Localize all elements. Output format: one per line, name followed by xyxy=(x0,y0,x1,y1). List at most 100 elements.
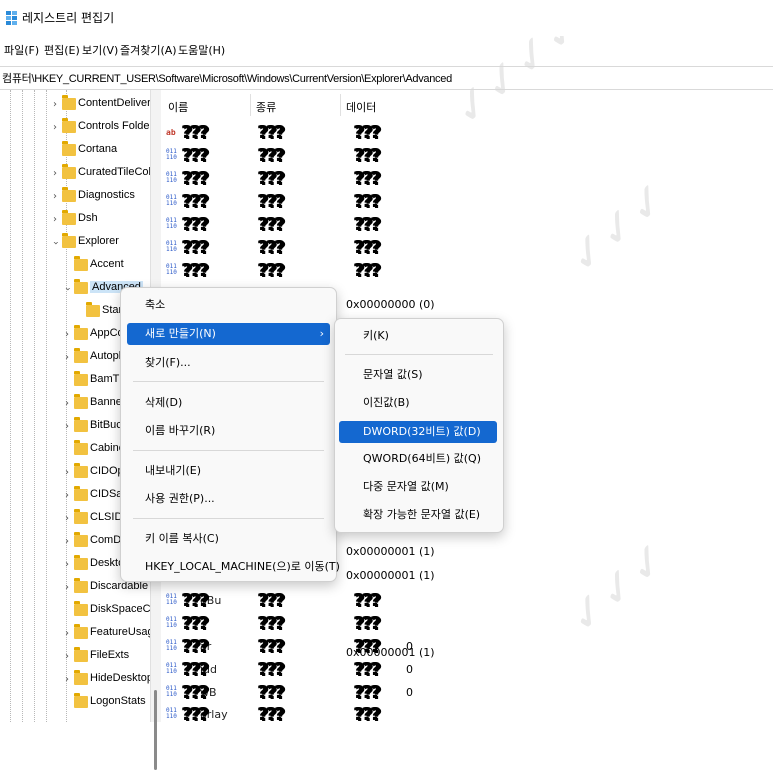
redacted-data: ??? xyxy=(354,659,381,680)
chevron-right-icon[interactable]: › xyxy=(50,214,60,226)
column-divider[interactable] xyxy=(340,94,341,116)
table-row[interactable]: 011 110 erlay ??? ??? ??? xyxy=(162,704,773,723)
column-divider[interactable] xyxy=(250,94,251,116)
chevron-right-icon[interactable]: › xyxy=(62,674,72,686)
redacted-data: ??? xyxy=(354,682,381,703)
folder-icon xyxy=(74,486,88,501)
redacted-data: ??? xyxy=(354,636,381,657)
value-data-fragment: 0 xyxy=(406,686,413,699)
menu-view[interactable]: 보기(V) xyxy=(82,42,118,58)
tree-item-label: AppCo xyxy=(90,327,124,339)
table-row[interactable]: 011 110 ar ??? ??? ??? 0 xyxy=(162,636,773,659)
redacted-type: ??? xyxy=(258,122,285,143)
folder-icon xyxy=(62,233,76,248)
column-type[interactable]: 종류 xyxy=(256,99,276,115)
folder-icon xyxy=(62,187,76,202)
chevron-right-icon[interactable]: › xyxy=(50,122,60,134)
tree-item-curatedtile[interactable]: › CuratedTileCollec xyxy=(50,164,150,186)
chevron-down-icon[interactable]: › xyxy=(62,284,73,294)
submenu-item-qword[interactable]: QWORD(64비트) 값(Q) xyxy=(363,448,481,470)
redacted-type: ??? xyxy=(258,682,285,703)
table-row[interactable]: ab ??? ??? ??? xyxy=(162,122,773,145)
column-data[interactable]: 데이터 xyxy=(346,99,376,115)
tree-item-featureusage[interactable]: › FeatureUsage xyxy=(62,624,150,646)
column-name[interactable]: 이름 xyxy=(168,99,188,115)
redacted-data: ??? xyxy=(354,704,381,723)
submenu-item-binary[interactable]: 이진값(B) xyxy=(363,392,410,414)
chevron-right-icon[interactable]: › xyxy=(62,398,72,410)
menu-file[interactable]: 파일(F) xyxy=(4,42,39,58)
chevron-right-icon[interactable]: › xyxy=(62,559,72,571)
folder-icon xyxy=(62,210,76,225)
tree-item-contentdelivery[interactable]: › ContentDeliveryM xyxy=(50,95,150,117)
folder-icon xyxy=(74,371,88,386)
table-row[interactable]: 011 110 idd ??? ??? ??? 0 xyxy=(162,659,773,682)
submenu-item-string[interactable]: 문자열 값(S) xyxy=(363,364,423,386)
redacted-data: ??? xyxy=(354,122,381,143)
tree-item-logonstats[interactable]: LogonStats xyxy=(62,693,150,715)
chevron-right-icon[interactable]: › xyxy=(62,628,72,640)
tree-item-dsh[interactable]: › Dsh xyxy=(50,210,150,232)
address-path[interactable]: 컴퓨터\HKEY_CURRENT_USER\Software\Microsoft… xyxy=(2,70,452,86)
table-row[interactable]: 011 110 eBu ??? ??? ??? xyxy=(162,590,773,613)
tree-item-fileexts[interactable]: › FileExts xyxy=(62,647,150,669)
menu-separator xyxy=(133,450,324,451)
chevron-right-icon[interactable]: › xyxy=(62,582,72,594)
binary-value-icon: 011 110 xyxy=(166,148,177,161)
menu-item-new-label: 새로 만들기(N) xyxy=(145,327,216,340)
menu-help[interactable]: 도움말(H) xyxy=(178,42,225,58)
folder-icon xyxy=(74,601,88,616)
chevron-right-icon[interactable]: › xyxy=(62,467,72,479)
chevron-down-icon[interactable]: › xyxy=(50,238,61,248)
submenu-item-key[interactable]: 키(K) xyxy=(363,325,389,347)
tree-item-diskspace[interactable]: DiskSpaceChe xyxy=(62,601,150,623)
menu-item-rename[interactable]: 이름 바꾸기(R) xyxy=(145,420,215,442)
tree-item-accent[interactable]: Accent xyxy=(62,256,150,278)
table-row[interactable]: 011 110 wB ??? ??? ??? 0 xyxy=(162,682,773,705)
chevron-right-icon[interactable]: › xyxy=(50,99,60,111)
tree-item-label: Cortana xyxy=(78,143,118,155)
table-row[interactable]: 011 110 ??? ??? ??? xyxy=(162,168,773,191)
submenu-item-multi-string[interactable]: 다중 문자열 값(M) xyxy=(363,476,449,498)
menu-edit[interactable]: 편집(E) xyxy=(44,42,80,58)
binary-value-icon: 011 110 xyxy=(166,263,177,276)
chevron-right-icon[interactable]: › xyxy=(62,490,72,502)
menu-bar: 파일(F) 편집(E) 보기(V) 즐겨찾기(A) 도움말(H) xyxy=(0,38,773,62)
folder-icon xyxy=(62,95,76,110)
scrollbar-thumb[interactable] xyxy=(154,690,157,770)
chevron-right-icon[interactable]: › xyxy=(62,536,72,548)
menu-item-new[interactable]: 새로 만들기(N) › xyxy=(127,323,330,345)
tree-item-hidedesktop[interactable]: › HideDesktopIc xyxy=(62,670,150,692)
tree-item-cortana[interactable]: Cortana xyxy=(50,141,150,163)
chevron-right-icon[interactable]: › xyxy=(62,352,72,364)
redacted-type: ??? xyxy=(258,214,285,235)
submenu-item-dword[interactable]: DWORD(32비트) 값(D) xyxy=(339,421,497,443)
string-value-icon: ab xyxy=(166,128,176,137)
chevron-right-icon[interactable]: › xyxy=(62,329,72,341)
table-row[interactable]: 011 110 ??? ??? ??? xyxy=(162,613,773,636)
tree-item-controls-folder[interactable]: › Controls Folder ( xyxy=(50,118,150,140)
menu-item-collapse[interactable]: 축소 xyxy=(145,294,165,316)
chevron-right-icon[interactable]: › xyxy=(62,421,72,433)
menu-item-goto-hklm[interactable]: HKEY_LOCAL_MACHINE(으)로 이동(T) xyxy=(145,556,340,578)
table-row[interactable]: 011 110 ??? ??? ??? xyxy=(162,260,773,283)
menu-favorites[interactable]: 즐겨찾기(A) xyxy=(120,42,177,58)
table-row[interactable]: 011 110 ??? ??? ??? xyxy=(162,145,773,168)
tree-item-diagnostics[interactable]: › Diagnostics xyxy=(50,187,150,209)
chevron-right-icon[interactable]: › xyxy=(50,168,60,180)
table-row[interactable]: 011 110 ??? ??? ??? xyxy=(162,237,773,260)
menu-item-delete[interactable]: 삭제(D) xyxy=(145,392,182,414)
chevron-right-icon[interactable]: › xyxy=(62,513,72,525)
table-row[interactable]: 011 110 ??? ??? ??? xyxy=(162,191,773,214)
menu-item-export[interactable]: 내보내기(E) xyxy=(145,460,201,482)
chevron-right-icon[interactable]: › xyxy=(62,651,72,663)
redacted-data: ??? xyxy=(354,260,381,281)
submenu-item-expandable-string[interactable]: 확장 가능한 문자열 값(E) xyxy=(363,504,480,526)
chevron-right-icon[interactable]: › xyxy=(50,191,60,203)
menu-item-permissions[interactable]: 사용 권한(P)... xyxy=(145,488,215,510)
menu-item-find[interactable]: 찾기(F)... xyxy=(145,352,191,374)
tree-item-explorer[interactable]: › Explorer xyxy=(50,233,150,255)
address-bar[interactable]: 컴퓨터\HKEY_CURRENT_USER\Software\Microsoft… xyxy=(0,66,773,90)
menu-item-copy-key-name[interactable]: 키 이름 복사(C) xyxy=(145,528,219,550)
table-row[interactable]: 011 110 ??? ??? ??? xyxy=(162,214,773,237)
